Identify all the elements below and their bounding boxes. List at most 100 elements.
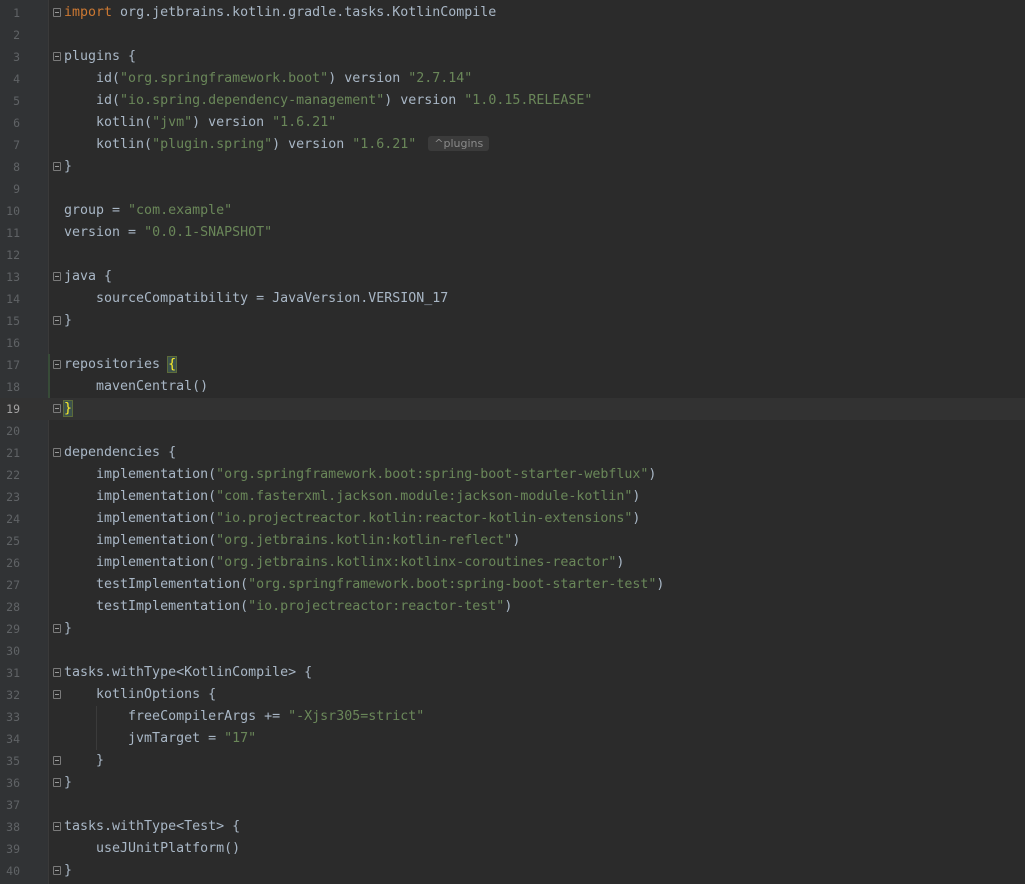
fold-toggle-icon[interactable] [53, 866, 61, 875]
code-text[interactable]: } [64, 156, 72, 178]
code-line[interactable]: 23 implementation("com.fasterxml.jackson… [0, 486, 1025, 508]
code-line[interactable]: 20 [0, 420, 1025, 442]
code-text[interactable]: kotlinOptions { [64, 684, 216, 706]
code-line[interactable]: 31 tasks.withType<KotlinCompile> { [0, 662, 1025, 684]
code-text[interactable]: testImplementation("io.projectreactor:re… [64, 596, 512, 618]
string-token: "org.jetbrains.kotlinx:kotlinx-coroutine… [216, 555, 617, 570]
code-line[interactable]: 22 implementation("org.springframework.b… [0, 464, 1025, 486]
code-text[interactable]: implementation("org.jetbrains.kotlin:kot… [64, 530, 520, 552]
line-number: 40 [6, 864, 20, 878]
fold-toggle-icon[interactable] [53, 822, 61, 831]
code-text[interactable]: } [64, 772, 72, 794]
code-line[interactable]: 10 group = "com.example" [0, 200, 1025, 222]
code-text[interactable]: jvmTarget = "17" [64, 728, 256, 750]
code-line[interactable]: 18 mavenCentral() [0, 376, 1025, 398]
code-line[interactable]: 30 [0, 640, 1025, 662]
code-text[interactable]: freeCompilerArgs += "-Xjsr305=strict" [64, 706, 424, 728]
fold-toggle-icon[interactable] [53, 690, 61, 699]
code-line[interactable]: 24 implementation("io.projectreactor.kot… [0, 508, 1025, 530]
code-text[interactable]: tasks.withType<Test> { [64, 816, 240, 838]
code-line[interactable]: 37 [0, 794, 1025, 816]
code-line[interactable]: 40} [0, 860, 1025, 882]
code-line[interactable]: 32 kotlinOptions { [0, 684, 1025, 706]
code-line[interactable]: 2 [0, 24, 1025, 46]
code-line[interactable]: 29} [0, 618, 1025, 640]
fold-toggle-icon[interactable] [53, 756, 61, 765]
code-line[interactable]: 15} [0, 310, 1025, 332]
code-line[interactable]: 35 } [0, 750, 1025, 772]
code-text[interactable]: id("io.spring.dependency-management") ve… [64, 90, 592, 112]
code-editor[interactable]: 1 import org.jetbrains.kotlin.gradle.task… [0, 0, 1025, 884]
code-line[interactable]: 25 implementation("org.jetbrains.kotlin:… [0, 530, 1025, 552]
code-line[interactable]: 19} [0, 398, 1025, 420]
code-line[interactable]: 26 implementation("org.jetbrains.kotlinx… [0, 552, 1025, 574]
code-line[interactable]: 16 [0, 332, 1025, 354]
code-text[interactable]: tasks.withType<KotlinCompile> { [64, 662, 312, 684]
line-number: 26 [6, 556, 20, 570]
code-text[interactable]: } [64, 618, 72, 640]
line-number: 7 [13, 138, 20, 152]
code-line[interactable]: 9 [0, 178, 1025, 200]
code-text[interactable]: repositories { [64, 354, 178, 376]
fold-toggle-icon[interactable] [53, 778, 61, 787]
code-line[interactable]: 12 [0, 244, 1025, 266]
code-text[interactable]: } [62, 398, 74, 420]
code-line[interactable]: 5 id("io.spring.dependency-management") … [0, 90, 1025, 112]
code-text[interactable]: implementation("org.springframework.boot… [64, 464, 656, 486]
code-line[interactable]: 3 plugins { [0, 46, 1025, 68]
fold-toggle-icon[interactable] [53, 162, 61, 171]
code-text[interactable]: sourceCompatibility = JavaVersion.VERSIO… [64, 288, 448, 310]
line-number: 14 [6, 292, 20, 306]
code-text[interactable]: java { [64, 266, 112, 288]
code-text[interactable]: testImplementation("org.springframework.… [64, 574, 664, 596]
fold-toggle-icon[interactable] [53, 52, 61, 61]
code-line[interactable]: 21 dependencies { [0, 442, 1025, 464]
code-line[interactable]: 17 repositories { [0, 354, 1025, 376]
code-text[interactable]: } [64, 860, 72, 882]
code-text[interactable]: version = "0.0.1-SNAPSHOT" [64, 222, 272, 244]
code-text[interactable]: dependencies { [64, 442, 176, 464]
code-text[interactable]: id("org.springframework.boot") version "… [64, 68, 472, 90]
code-text[interactable]: group = "com.example" [64, 200, 232, 222]
code-token: sourceCompatibility = JavaVersion.VERSIO… [64, 291, 449, 306]
code-token: } [64, 753, 105, 768]
code-line[interactable]: 11 version = "0.0.1-SNAPSHOT" [0, 222, 1025, 244]
code-line[interactable]: 39 useJUnitPlatform() [0, 838, 1025, 860]
string-token: "1.0.15.RELEASE" [464, 93, 593, 108]
code-line[interactable]: 28 testImplementation("io.projectreactor… [0, 596, 1025, 618]
code-text[interactable]: useJUnitPlatform() [64, 838, 240, 860]
code-line[interactable]: 36} [0, 772, 1025, 794]
code-text[interactable]: } [64, 310, 72, 332]
code-text[interactable]: kotlin("jvm") version "1.6.21" [64, 112, 336, 134]
fold-toggle-icon[interactable] [53, 8, 61, 17]
code-text[interactable]: } [64, 750, 104, 772]
code-text[interactable]: implementation("com.fasterxml.jackson.mo… [64, 486, 640, 508]
code-line[interactable]: 38 tasks.withType<Test> { [0, 816, 1025, 838]
code-line[interactable]: 7 kotlin("plugin.spring") version "1.6.2… [0, 134, 1025, 156]
code-token: implementation( [64, 555, 217, 570]
code-line[interactable]: 14 sourceCompatibility = JavaVersion.VER… [0, 288, 1025, 310]
code-text[interactable]: implementation("io.projectreactor.kotlin… [64, 508, 640, 530]
code-text[interactable]: kotlin("plugin.spring") version "1.6.21"… [64, 134, 490, 156]
code-token: ) [512, 533, 521, 548]
code-text[interactable]: mavenCentral() [64, 376, 208, 398]
code-line[interactable]: 8} [0, 156, 1025, 178]
fold-toggle-icon[interactable] [53, 316, 61, 325]
code-line[interactable]: 27 testImplementation("org.springframewo… [0, 574, 1025, 596]
code-text[interactable]: implementation("org.jetbrains.kotlinx:ko… [64, 552, 624, 574]
code-line[interactable]: 34 jvmTarget = "17" [0, 728, 1025, 750]
code-line[interactable]: 33 freeCompilerArgs += "-Xjsr305=strict" [0, 706, 1025, 728]
code-line[interactable]: 6 kotlin("jvm") version "1.6.21" [0, 112, 1025, 134]
fold-toggle-icon[interactable] [53, 624, 61, 633]
fold-toggle-icon[interactable] [53, 272, 61, 281]
code-line[interactable]: 4 id("org.springframework.boot") version… [0, 68, 1025, 90]
fold-toggle-icon[interactable] [53, 404, 61, 413]
line-number: 29 [6, 622, 20, 636]
fold-toggle-icon[interactable] [53, 668, 61, 677]
code-text[interactable]: import org.jetbrains.kotlin.gradle.tasks… [64, 2, 496, 24]
code-line[interactable]: 1 import org.jetbrains.kotlin.gradle.task… [0, 2, 1025, 24]
fold-toggle-icon[interactable] [53, 360, 61, 369]
code-text[interactable]: plugins { [64, 46, 136, 68]
fold-toggle-icon[interactable] [53, 448, 61, 457]
code-line[interactable]: 13 java { [0, 266, 1025, 288]
